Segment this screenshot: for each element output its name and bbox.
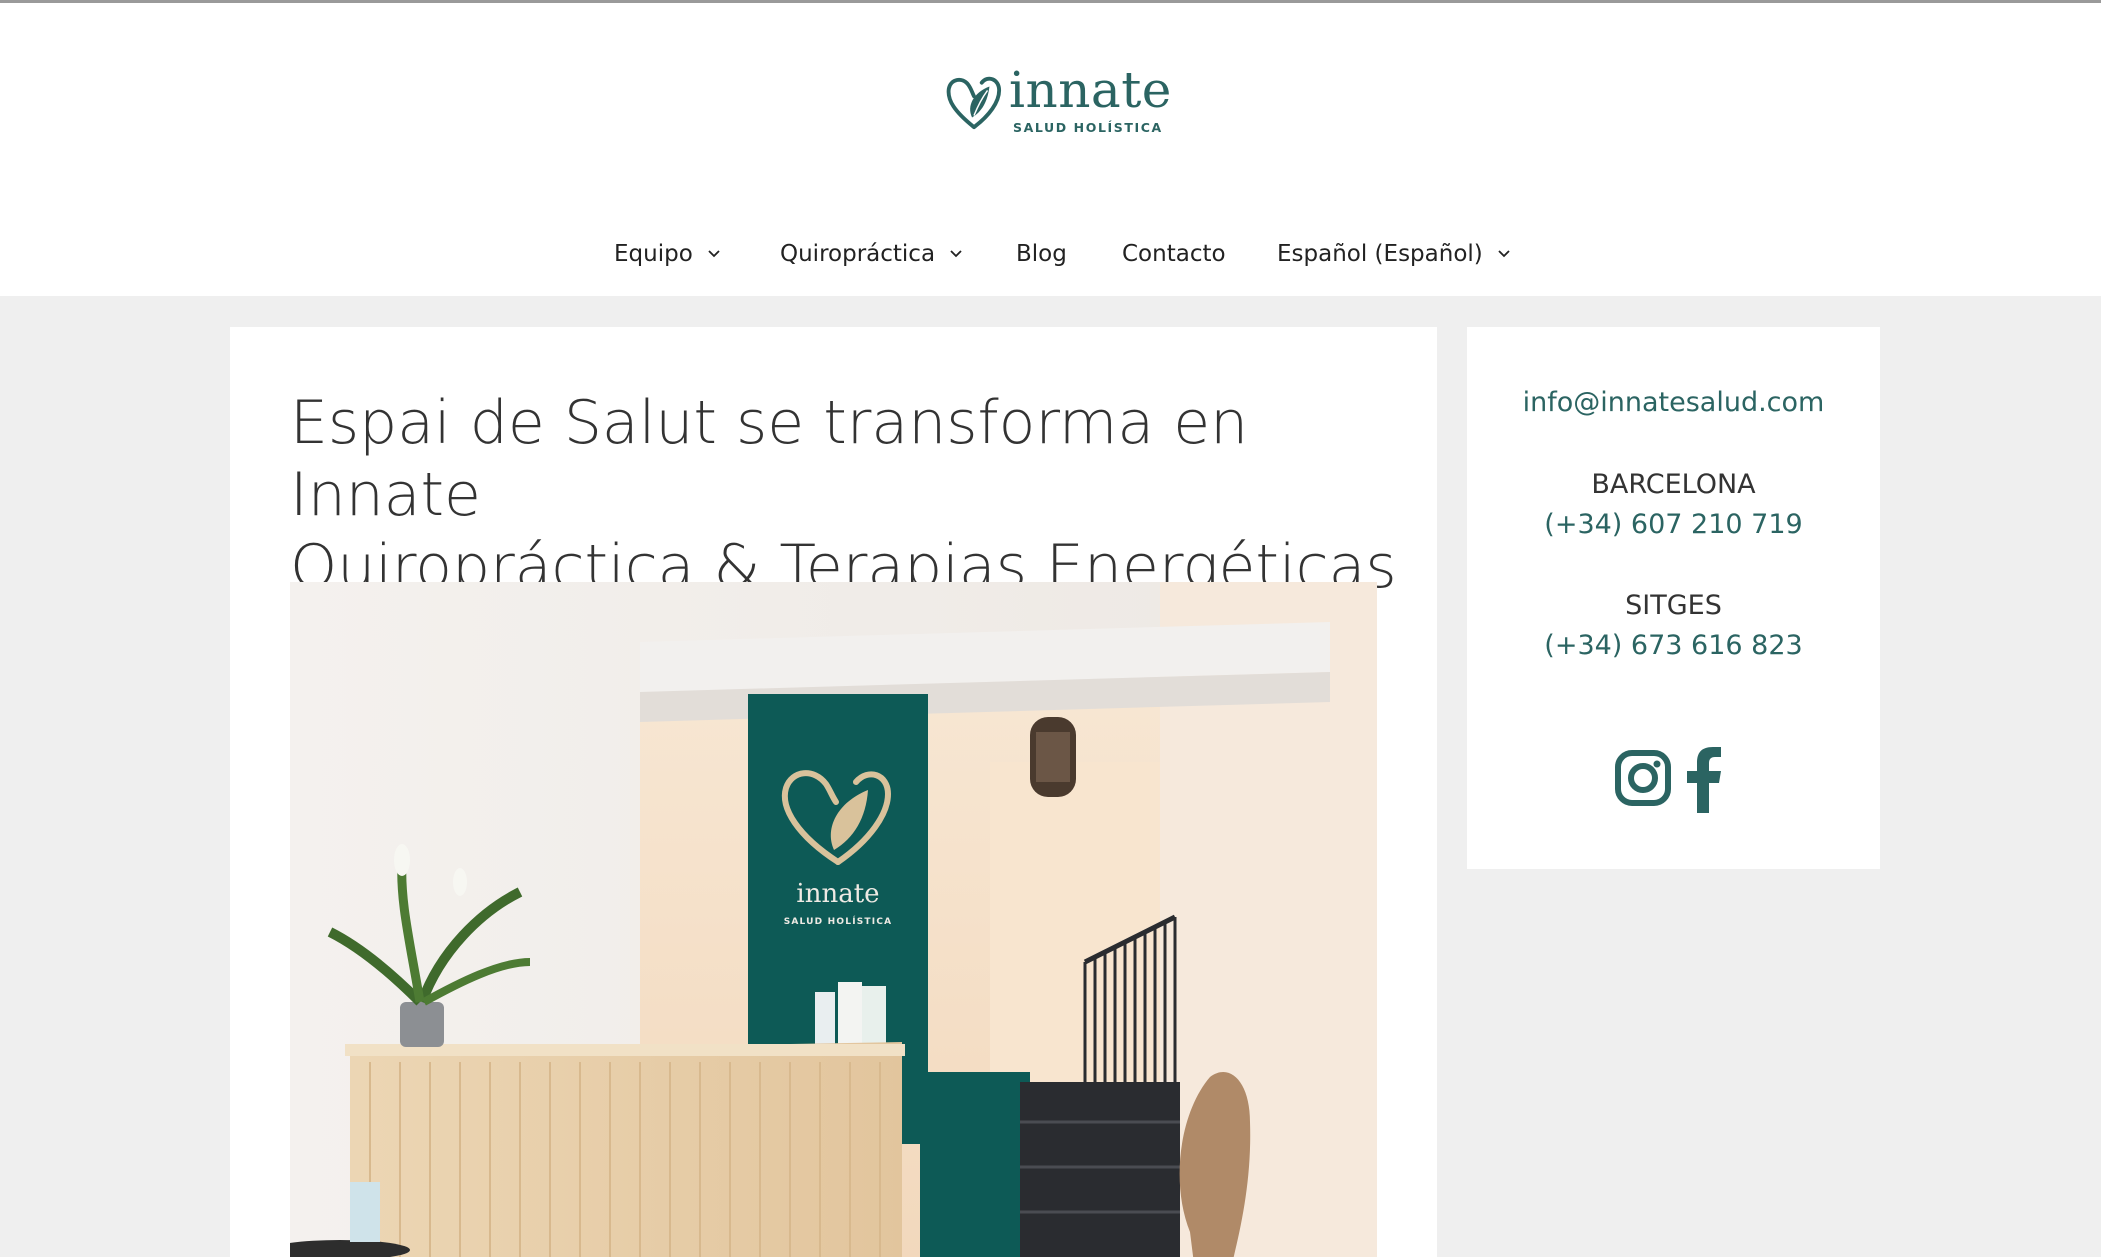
featured-image: innate SALUD HOLÍSTICA [290,582,1377,1257]
site-header: innate SALUD HOLÍSTICA Equipo Quiropráct… [0,3,2101,296]
post-card: Espai de Salut se transforma en Innate Q… [230,327,1437,1257]
site-logo[interactable]: innate SALUD HOLÍSTICA [945,61,1171,139]
social-links [1615,747,1735,813]
nav-item-label: Blog [1016,241,1067,267]
nav-item-language[interactable]: Español (Español) [1277,231,1511,277]
city-barcelona: BARCELONA [1591,469,1756,500]
nav-item-quiropractica[interactable]: Quiropráctica [780,231,963,277]
post-title-line-1: Espai de Salut se transforma en Innate [290,388,1249,530]
main-navigation: Equipo Quiropráctica Blog Contacto Españ… [0,231,2101,277]
heart-leaf-logo-icon [946,76,1002,130]
nav-item-blog[interactable]: Blog [1016,231,1067,277]
nav-item-label: Quiropráctica [780,241,936,267]
instagram-icon[interactable] [1615,747,1671,813]
email-link[interactable]: info@innatesalud.com [1467,387,1880,418]
city-sitges: SITGES [1625,590,1722,621]
facebook-icon[interactable] [1687,747,1723,817]
nav-item-label: Español (Español) [1277,241,1483,267]
nav-item-equipo[interactable]: Equipo [614,231,721,277]
logo-tagline: SALUD HOLÍSTICA [1013,120,1163,135]
nav-item-label: Equipo [614,241,693,267]
post-title: Espai de Salut se transforma en Innate Q… [290,387,1410,603]
chevron-down-icon [950,250,962,258]
nav-item-label: Contacto [1122,241,1226,267]
reception-photo: innate SALUD HOLÍSTICA [290,582,1377,1257]
contact-sidebar: info@innatesalud.com BARCELONA (+34) 607… [1467,327,1880,869]
sign-tagline: SALUD HOLÍSTICA [784,915,893,927]
nav-item-contacto[interactable]: Contacto [1122,231,1226,277]
chevron-down-icon [708,250,720,258]
logo-wordmark: innate [1009,61,1172,119]
sign-text: innate [796,879,879,909]
phone-barcelona-link[interactable]: (+34) 607 210 719 [1467,509,1880,540]
phone-sitges-link[interactable]: (+34) 673 616 823 [1467,630,1880,661]
chevron-down-icon [1498,250,1510,258]
